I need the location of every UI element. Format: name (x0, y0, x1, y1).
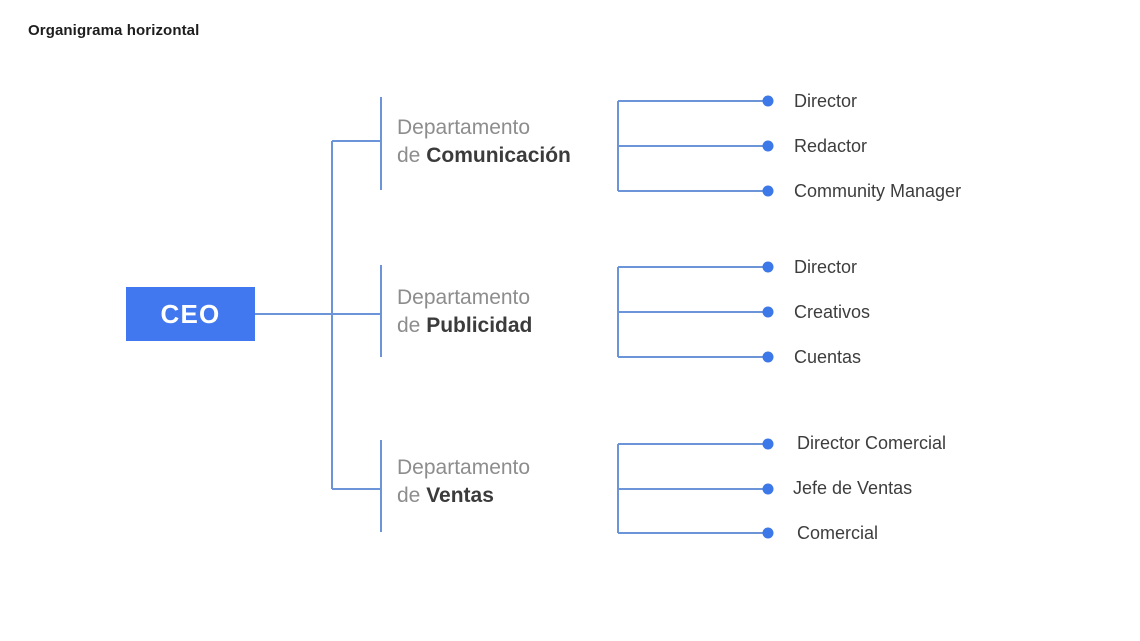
dot-dept-1-role-3 (762, 185, 774, 197)
dept-1-prefix-line1: Departamento (397, 116, 531, 139)
node-department-ventas[interactable]: Departamento de Ventas (397, 454, 627, 510)
dot-dept-3-role-1 (762, 438, 774, 450)
role-ventas-director-comercial[interactable]: Director Comercial (797, 432, 946, 454)
role-ventas-comercial[interactable]: Comercial (797, 522, 878, 544)
dept-3-prefix-line2: de (397, 484, 427, 507)
dot-dept-1-role-2 (762, 140, 774, 152)
role-publicidad-cuentas[interactable]: Cuentas (794, 346, 861, 368)
role-ventas-jefe-de-ventas[interactable]: Jefe de Ventas (793, 477, 912, 499)
role-comunicacion-community-manager[interactable]: Community Manager (794, 180, 961, 202)
dot-dept-1-role-1 (762, 95, 774, 107)
dept-1-name: Comunicación (426, 144, 571, 167)
dot-dept-2-role-3 (762, 351, 774, 363)
dept-2-prefix-line2: de (397, 314, 427, 337)
role-connector-dots (762, 95, 774, 539)
dept-3-line2: de Ventas (397, 482, 627, 510)
page-title: Organigrama horizontal (28, 22, 200, 39)
node-ceo-label: CEO (160, 299, 221, 329)
dept-1-line2: de Comunicación (397, 142, 627, 170)
dept-2-name: Publicidad (426, 314, 533, 337)
role-comunicacion-director[interactable]: Director (794, 90, 857, 112)
node-department-comunicacion[interactable]: Departamento de Comunicación (397, 114, 627, 170)
node-ceo[interactable]: CEO (126, 287, 255, 341)
dept-3-prefix-line1: Departamento (397, 456, 531, 479)
dot-dept-2-role-1 (762, 261, 774, 273)
role-publicidad-director[interactable]: Director (794, 256, 857, 278)
dot-dept-2-role-2 (762, 306, 774, 318)
dept-2-line2: de Publicidad (397, 312, 627, 340)
dept-2-prefix-line1: Departamento (397, 286, 531, 309)
dot-dept-3-role-3 (762, 527, 774, 539)
role-comunicacion-redactor[interactable]: Redactor (794, 135, 867, 157)
dept-1-prefix-line2: de (397, 144, 427, 167)
dot-dept-3-role-2 (762, 483, 774, 495)
node-department-publicidad[interactable]: Departamento de Publicidad (397, 284, 627, 340)
role-publicidad-creativos[interactable]: Creativos (794, 301, 870, 323)
organigrama-canvas: Organigrama horizontal CEO Departamento … (0, 0, 1140, 641)
dept-3-name: Ventas (426, 484, 494, 507)
